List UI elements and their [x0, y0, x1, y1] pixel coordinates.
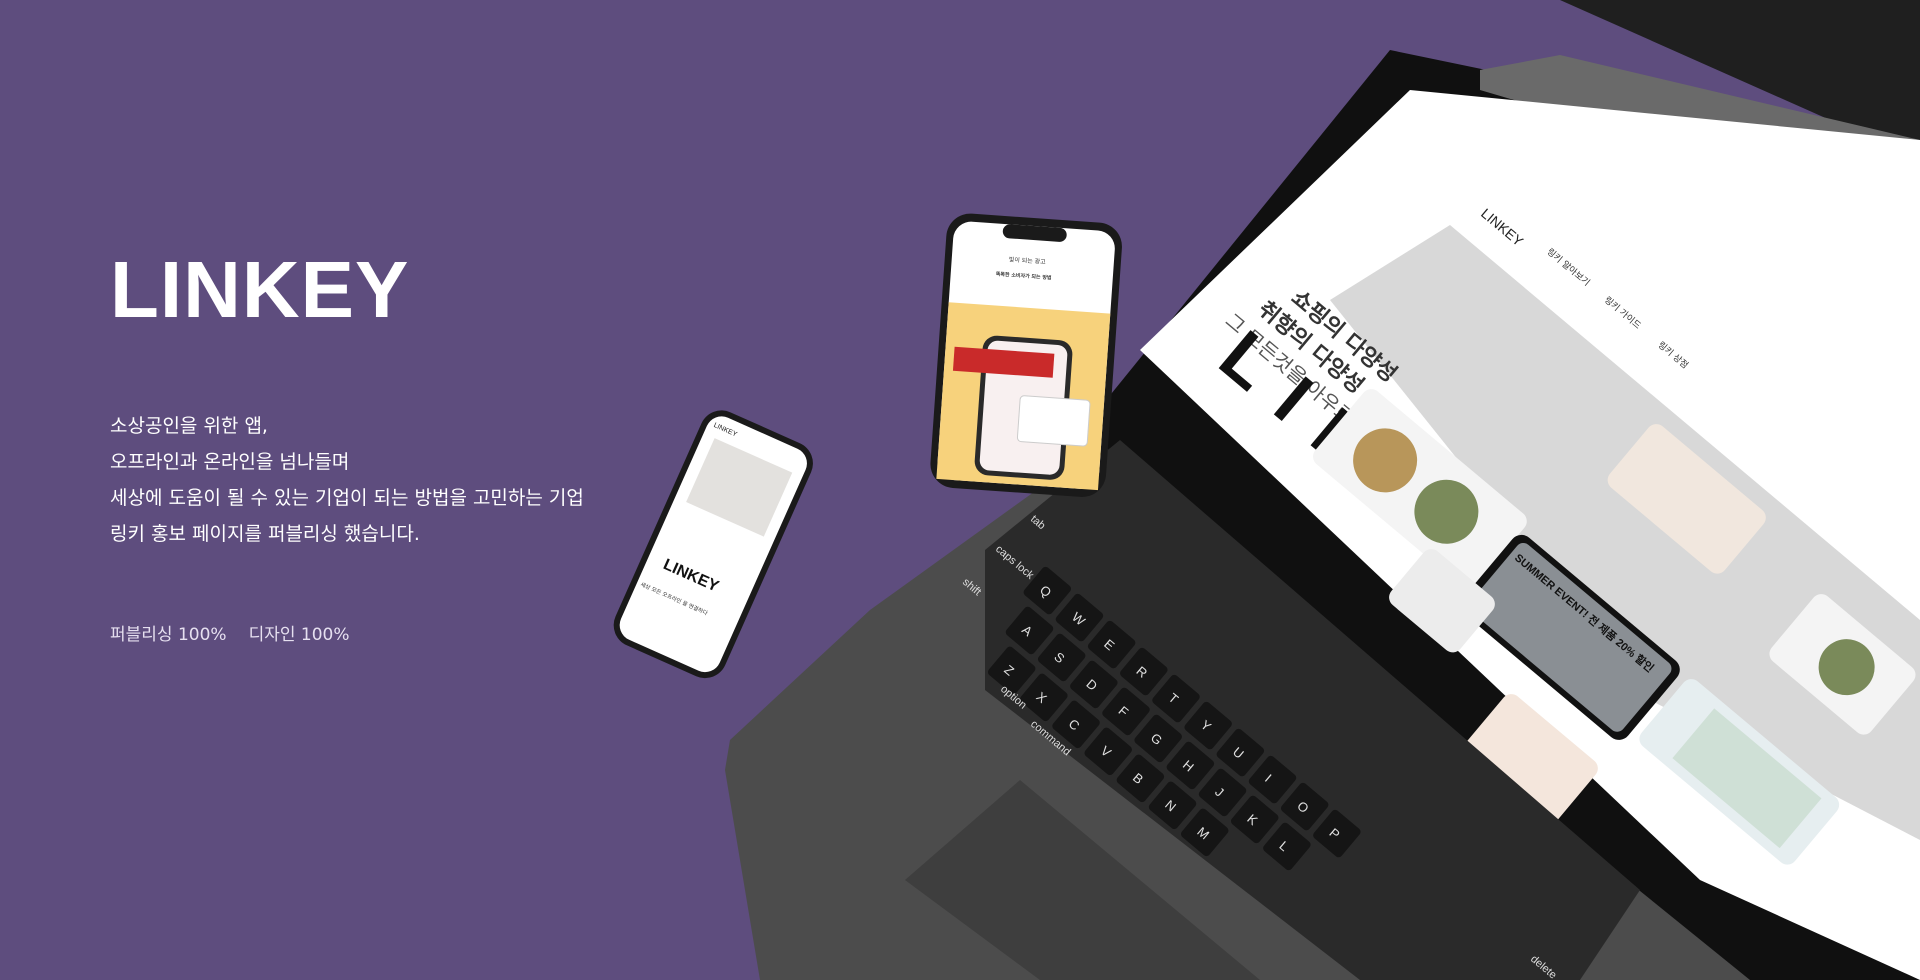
- phone-back: 빛이 되는 광고 똑똑한 소비자가 되는 방법: [930, 213, 1122, 497]
- phone-front: LINKEY LINKEY 세상 모든 오프라인 을 연결하다: [613, 410, 813, 679]
- popup-card: [1016, 395, 1091, 447]
- device-mockup: LINKEY 링키 알아보기 링키 가이드 링키 상점 쇼핑의 다양성 취향의 …: [613, 0, 1920, 980]
